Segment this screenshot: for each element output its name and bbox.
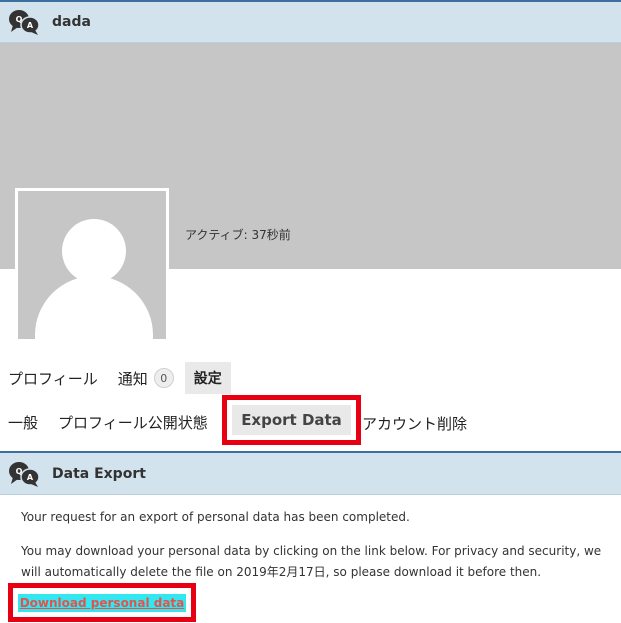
subnav-general[interactable]: 一般 xyxy=(8,412,38,433)
qa-bubbles-icon: Q A xyxy=(9,10,40,35)
nav-notifications-label: 通知 xyxy=(117,369,148,388)
download-personal-data-link[interactable]: Download personal data xyxy=(17,593,187,612)
export-completed-message: Your request for an export of personal d… xyxy=(21,510,410,524)
active-status: アクティブ: 37秒前 xyxy=(185,228,291,242)
svg-text:A: A xyxy=(27,21,34,30)
svg-text:A: A xyxy=(27,473,34,482)
nav-notifications[interactable]: 通知 0 xyxy=(118,368,174,389)
download-link-highlight: Download personal data xyxy=(8,583,196,622)
avatar-body-shape xyxy=(35,276,153,339)
svg-text:Q: Q xyxy=(16,467,23,476)
nav-profile[interactable]: プロフィール xyxy=(8,368,98,389)
avatar-head-shape xyxy=(62,219,126,283)
settings-sub-nav: 一般 プロフィール公開状態 Export Data アカウント削除 xyxy=(8,395,467,445)
data-export-header: Q A Data Export xyxy=(0,451,621,495)
notification-count-badge: 0 xyxy=(153,368,174,388)
subnav-profile-visibility[interactable]: プロフィール公開状態 xyxy=(58,412,208,433)
nav-profile-label: プロフィール xyxy=(8,369,98,388)
nav-settings-label: 設定 xyxy=(193,371,222,387)
site-header: Q A dada xyxy=(0,0,621,43)
nav-settings[interactable]: 設定 xyxy=(184,362,231,394)
site-title[interactable]: dada xyxy=(52,14,91,30)
subnav-export-data-highlight: Export Data xyxy=(222,395,361,445)
subnav-delete-account[interactable]: アカウント削除 xyxy=(362,413,467,434)
avatar[interactable] xyxy=(15,188,169,342)
subnav-export-data[interactable]: Export Data xyxy=(232,405,351,435)
svg-text:Q: Q xyxy=(16,15,23,24)
download-info-message: You may download your personal data by c… xyxy=(21,544,602,579)
section-title: Data Export xyxy=(52,466,146,482)
qa-bubbles-icon: Q A xyxy=(9,462,40,487)
main-nav: プロフィール 通知 0 設定 xyxy=(8,362,251,394)
